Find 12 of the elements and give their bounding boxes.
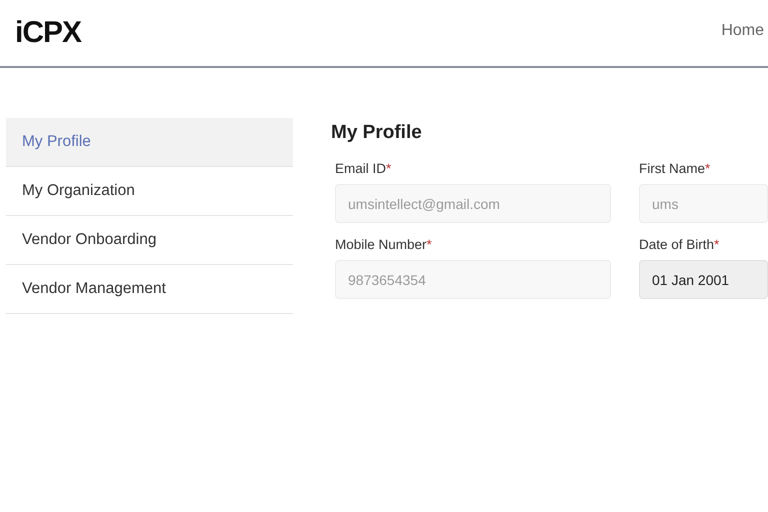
sidebar-item[interactable]: My Profile	[6, 118, 293, 167]
field-label: Email ID*	[335, 161, 392, 176]
input-field[interactable]: 01 Jan 2001	[639, 260, 768, 299]
page-title: My Profile	[331, 122, 423, 144]
sidebar-item[interactable]: My Organization	[6, 167, 293, 216]
field-label: Mobile Number*	[335, 237, 433, 252]
logo: iCPX	[15, 16, 82, 50]
sidebar-item[interactable]: Vendor Onboarding	[6, 216, 293, 265]
sidebar-item[interactable]: Vendor Management	[6, 265, 293, 314]
field-label: First Name*	[639, 161, 712, 176]
field-label: Date of Birth*	[639, 237, 720, 252]
nav-link[interactable]: Home	[721, 22, 764, 40]
